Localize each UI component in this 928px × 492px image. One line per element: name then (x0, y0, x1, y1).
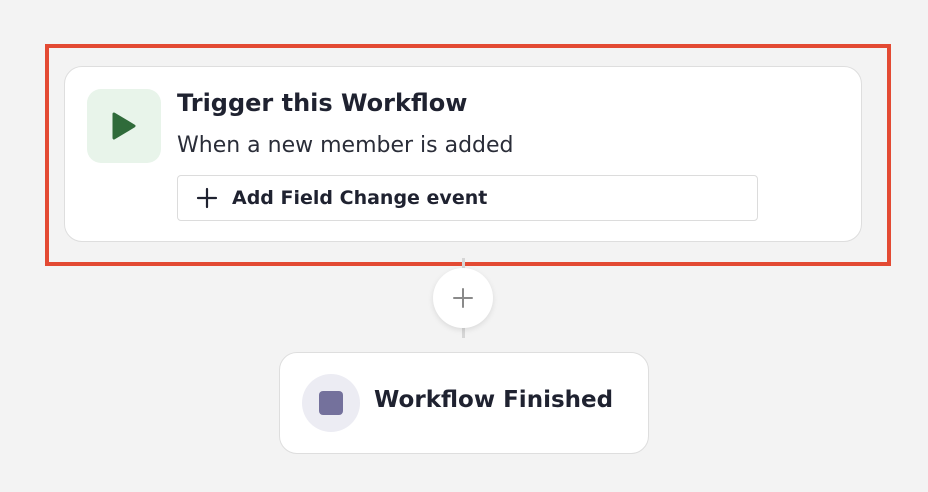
add-step-button[interactable] (433, 268, 493, 328)
add-field-change-event-button[interactable]: Add Field Change event (177, 175, 758, 221)
plus-icon (453, 288, 473, 308)
trigger-icon-container (87, 89, 161, 163)
add-field-change-event-label: Add Field Change event (232, 187, 488, 209)
workflow-finished-card[interactable]: Workflow Finished (279, 352, 649, 454)
trigger-title: Trigger this Workflow (177, 89, 468, 117)
stop-icon (319, 391, 343, 415)
play-icon (112, 112, 136, 140)
trigger-subtitle: When a new member is added (177, 133, 514, 158)
trigger-step-card[interactable]: Trigger this Workflow When a new member … (64, 66, 862, 242)
plus-icon (196, 187, 218, 209)
workflow-finished-label: Workflow Finished (374, 387, 614, 413)
finish-icon-container (302, 374, 360, 432)
